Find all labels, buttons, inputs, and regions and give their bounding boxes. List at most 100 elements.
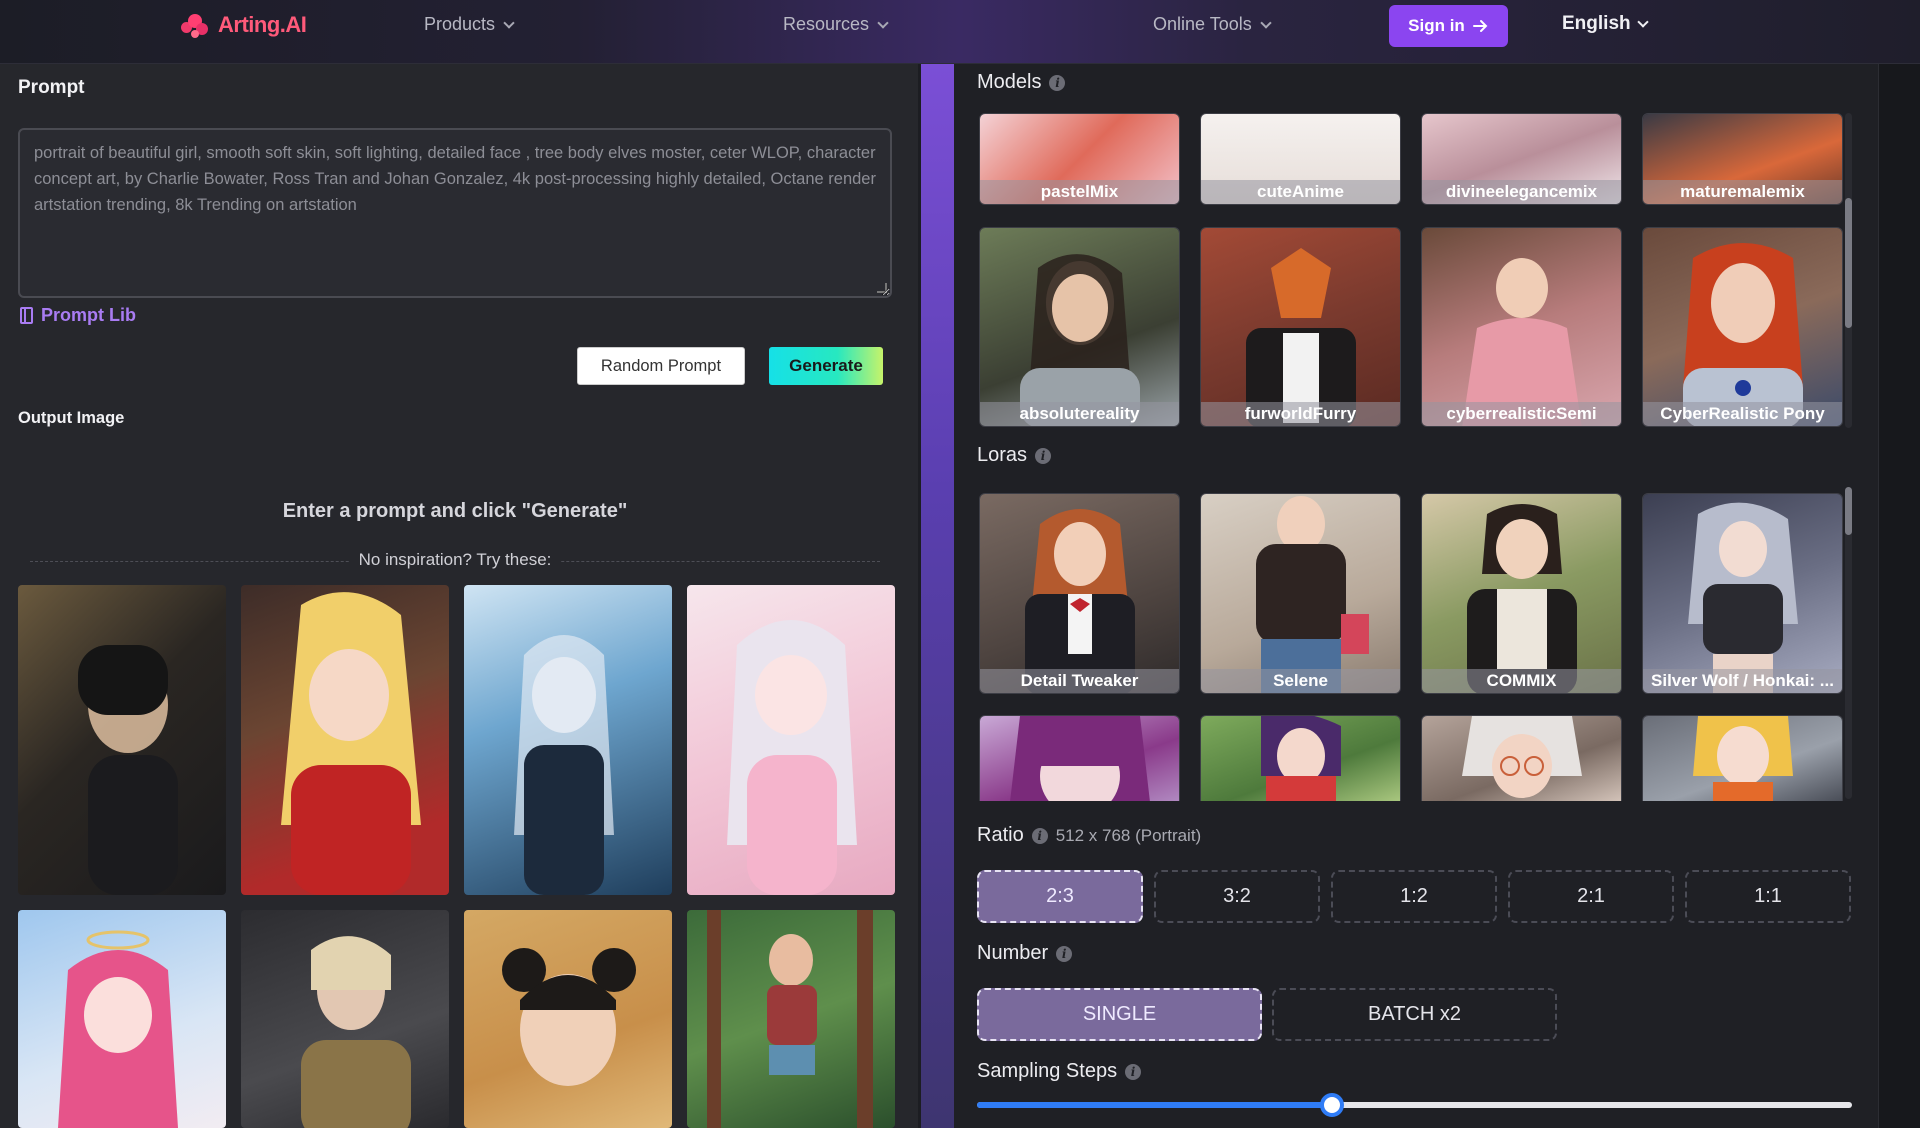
lora-card[interactable] xyxy=(1200,715,1401,801)
number-option-single[interactable]: SINGLE xyxy=(977,988,1262,1041)
app-root: Arting.AI Products Resources Online Tool… xyxy=(0,0,1920,1128)
logo[interactable]: Arting.AI xyxy=(178,10,307,40)
model-card[interactable]: absolutereality xyxy=(979,227,1180,427)
model-thumbnail-art xyxy=(1246,248,1356,426)
example-image-3-art xyxy=(514,635,614,895)
sampling-steps-title: Sampling Steps i xyxy=(977,1060,1142,1083)
lora-card[interactable]: Detail Tweaker xyxy=(979,493,1180,694)
loras-title-label: Loras xyxy=(977,444,1028,466)
example-image-7[interactable] xyxy=(464,910,672,1128)
lora-card[interactable]: COMMIX xyxy=(1421,493,1622,694)
ratio-option-3-2[interactable]: 3:2 xyxy=(1154,870,1320,923)
lora-thumbnail-art xyxy=(1693,716,1793,801)
top-navbar: Arting.AI Products Resources Online Tool… xyxy=(0,0,1920,64)
model-name: cuteAnime xyxy=(1201,180,1400,204)
language-selector[interactable]: English xyxy=(1562,13,1649,35)
example-image-8[interactable] xyxy=(687,910,895,1128)
lora-card[interactable] xyxy=(1642,715,1843,801)
output-image-title: Output Image xyxy=(18,409,125,427)
lora-thumbnail-art xyxy=(1025,509,1135,693)
example-image-4[interactable] xyxy=(687,585,895,895)
language-label: English xyxy=(1562,13,1631,34)
lora-card[interactable]: Silver Wolf / Honkai: ... xyxy=(1642,493,1843,694)
logo-icon xyxy=(178,10,212,40)
nav-products[interactable]: Products xyxy=(424,14,515,35)
enter-prompt-message: Enter a prompt and click "Generate" xyxy=(282,500,628,522)
loras-scrollbar[interactable] xyxy=(1845,487,1852,799)
chevron-down-icon xyxy=(1636,16,1649,28)
lora-thumbnail-art xyxy=(1256,496,1369,693)
model-name: pastelMix xyxy=(980,180,1179,204)
lora-card[interactable] xyxy=(1421,715,1622,801)
nav-online-tools-label: Online Tools xyxy=(1153,14,1252,34)
info-icon[interactable]: i xyxy=(1035,447,1052,464)
model-thumbnail-art xyxy=(1683,243,1803,426)
ratio-option-1-1[interactable]: 1:1 xyxy=(1685,870,1851,923)
prompt-lib-link[interactable]: Prompt Lib xyxy=(20,305,136,326)
random-prompt-button[interactable]: Random Prompt xyxy=(577,347,745,385)
model-card[interactable]: CyberRealistic Pony xyxy=(1642,227,1843,427)
example-image-8-art xyxy=(707,910,873,1128)
models-scrollbar-thumb[interactable] xyxy=(1845,198,1852,328)
loras-title: Loras i xyxy=(977,444,1052,467)
example-image-2-art xyxy=(281,592,421,895)
inspiration-text: No inspiration? Try these: xyxy=(348,550,562,569)
model-card[interactable]: divineelegancemix xyxy=(1421,113,1622,205)
nav-resources-label: Resources xyxy=(783,14,870,34)
model-thumbnail-art xyxy=(1020,254,1140,426)
resize-handle[interactable] xyxy=(877,283,887,293)
loras-scrollbar-thumb[interactable] xyxy=(1845,487,1852,535)
chevron-down-icon xyxy=(503,16,515,29)
example-image-6-art xyxy=(301,936,411,1128)
ratio-title: Ratio i 512 x 768 (Portrait) xyxy=(977,824,1201,847)
sampling-steps-fill xyxy=(977,1102,1333,1108)
lora-card[interactable]: Selene xyxy=(1200,493,1401,694)
lora-card[interactable] xyxy=(979,715,1180,801)
sampling-steps-slider[interactable] xyxy=(977,1093,1852,1117)
ratio-option-2-3[interactable]: 2:3 xyxy=(977,870,1143,923)
example-image-3[interactable] xyxy=(464,585,672,895)
page-edge xyxy=(1878,64,1920,1128)
model-card[interactable]: pastelMix xyxy=(979,113,1180,205)
info-icon[interactable]: i xyxy=(1125,1063,1142,1080)
example-image-1[interactable] xyxy=(18,585,226,895)
info-icon[interactable]: i xyxy=(1056,945,1073,962)
prompt-placeholder: portrait of beautiful girl, smooth soft … xyxy=(34,144,876,214)
example-image-2[interactable] xyxy=(241,585,449,895)
example-image-5[interactable] xyxy=(18,910,226,1128)
ratio-current-size: 512 x 768 (Portrait) xyxy=(1055,825,1202,845)
model-card[interactable]: furworldFurry xyxy=(1200,227,1401,427)
model-card[interactable]: cyberrealisticSemi xyxy=(1421,227,1622,427)
lora-thumbnail-art xyxy=(1467,504,1577,693)
panel-divider xyxy=(918,64,954,1128)
model-thumbnail-art xyxy=(1462,258,1582,426)
ratio-option-1-2[interactable]: 1:2 xyxy=(1331,870,1497,923)
example-image-6[interactable] xyxy=(241,910,449,1128)
number-option-batch[interactable]: BATCH x2 xyxy=(1272,988,1557,1041)
example-image-7-art xyxy=(502,948,636,1086)
info-icon[interactable]: i xyxy=(1031,827,1048,844)
inspiration-divider: No inspiration? Try these: xyxy=(30,550,880,574)
model-card[interactable]: maturemalemix xyxy=(1642,113,1843,205)
book-icon xyxy=(20,307,33,324)
generate-button[interactable]: Generate xyxy=(769,347,883,385)
number-title: Number i xyxy=(977,942,1073,965)
ratio-option-2-1[interactable]: 2:1 xyxy=(1508,870,1674,923)
model-name: furworldFurry xyxy=(1201,402,1400,426)
nav-online-tools[interactable]: Online Tools xyxy=(1153,14,1272,35)
chevron-down-icon xyxy=(877,16,889,29)
nav-resources[interactable]: Resources xyxy=(783,14,889,35)
sign-in-button[interactable]: Sign in xyxy=(1389,5,1508,47)
model-name: absolutereality xyxy=(980,402,1179,426)
model-card[interactable]: cuteAnime xyxy=(1200,113,1401,205)
example-image-1-art xyxy=(78,645,178,895)
lora-thumbnail-art xyxy=(1688,502,1798,693)
sign-in-label: Sign in xyxy=(1408,16,1465,35)
models-title-label: Models xyxy=(977,71,1042,93)
info-icon[interactable]: i xyxy=(1049,74,1066,91)
prompt-input[interactable]: portrait of beautiful girl, smooth soft … xyxy=(18,128,892,298)
model-name: divineelegancemix xyxy=(1422,180,1621,204)
models-scrollbar[interactable] xyxy=(1845,113,1852,428)
nav-products-label: Products xyxy=(424,14,496,34)
lora-thumbnail-art xyxy=(1261,716,1341,801)
